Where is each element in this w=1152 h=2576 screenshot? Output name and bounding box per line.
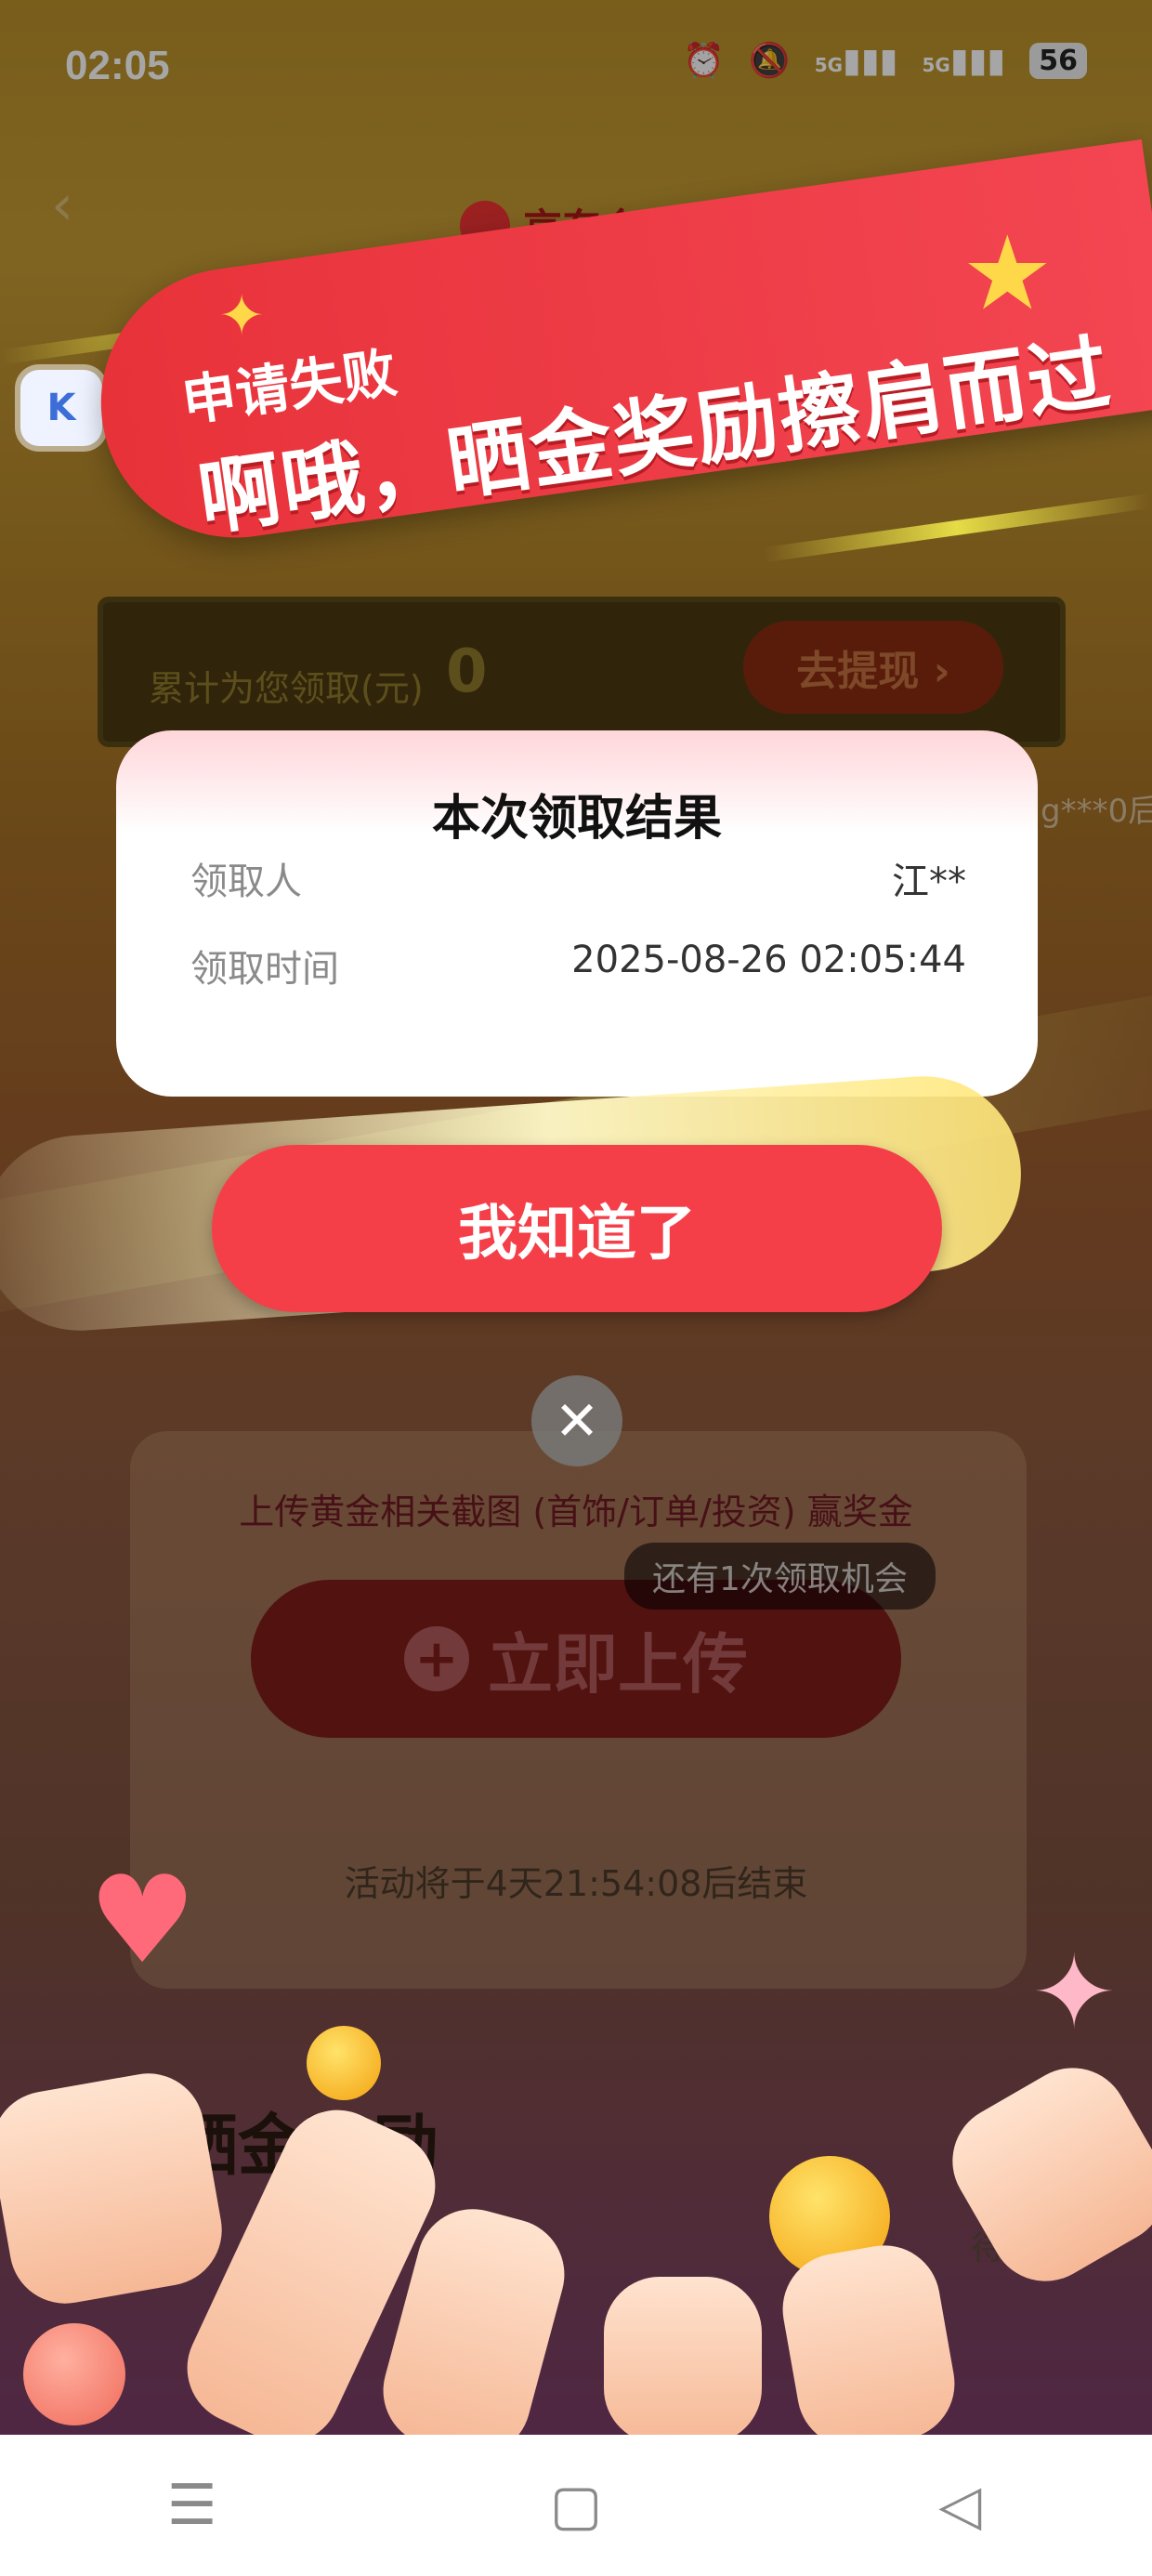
recipient-label: 领取人 <box>190 861 302 903</box>
star-icon: ★ <box>962 214 1054 333</box>
time-value: 2025-08-26 02:05:44 <box>571 939 966 981</box>
heart-icon: ♥ <box>88 1849 197 1991</box>
home-icon[interactable]: ▢ <box>520 2473 632 2538</box>
menu-icon[interactable]: ☰ <box>137 2473 248 2538</box>
time-label: 领取时间 <box>190 948 339 991</box>
sparkle-icon: ✦ <box>1031 1933 1118 2052</box>
emoji-icon <box>23 2323 125 2425</box>
system-nav-bar: ☰ ▢ ◁ <box>0 2435 1152 2576</box>
recipient-value: 江** <box>892 861 966 903</box>
result-card-title: 本次领取结果 <box>431 791 722 847</box>
thumbs-up-icon <box>0 2064 231 2313</box>
confirm-button[interactable]: 我知道了 <box>212 1145 942 1312</box>
floating-k-icon[interactable]: K <box>20 370 102 446</box>
close-icon[interactable]: ✕ <box>531 1375 622 1466</box>
star-icon-small: ✦ <box>218 283 266 348</box>
clapping-hand-icon-3 <box>604 2277 762 2444</box>
smile-emoji-icon <box>307 2026 381 2100</box>
back-nav-icon[interactable]: ◁ <box>904 2473 1015 2538</box>
